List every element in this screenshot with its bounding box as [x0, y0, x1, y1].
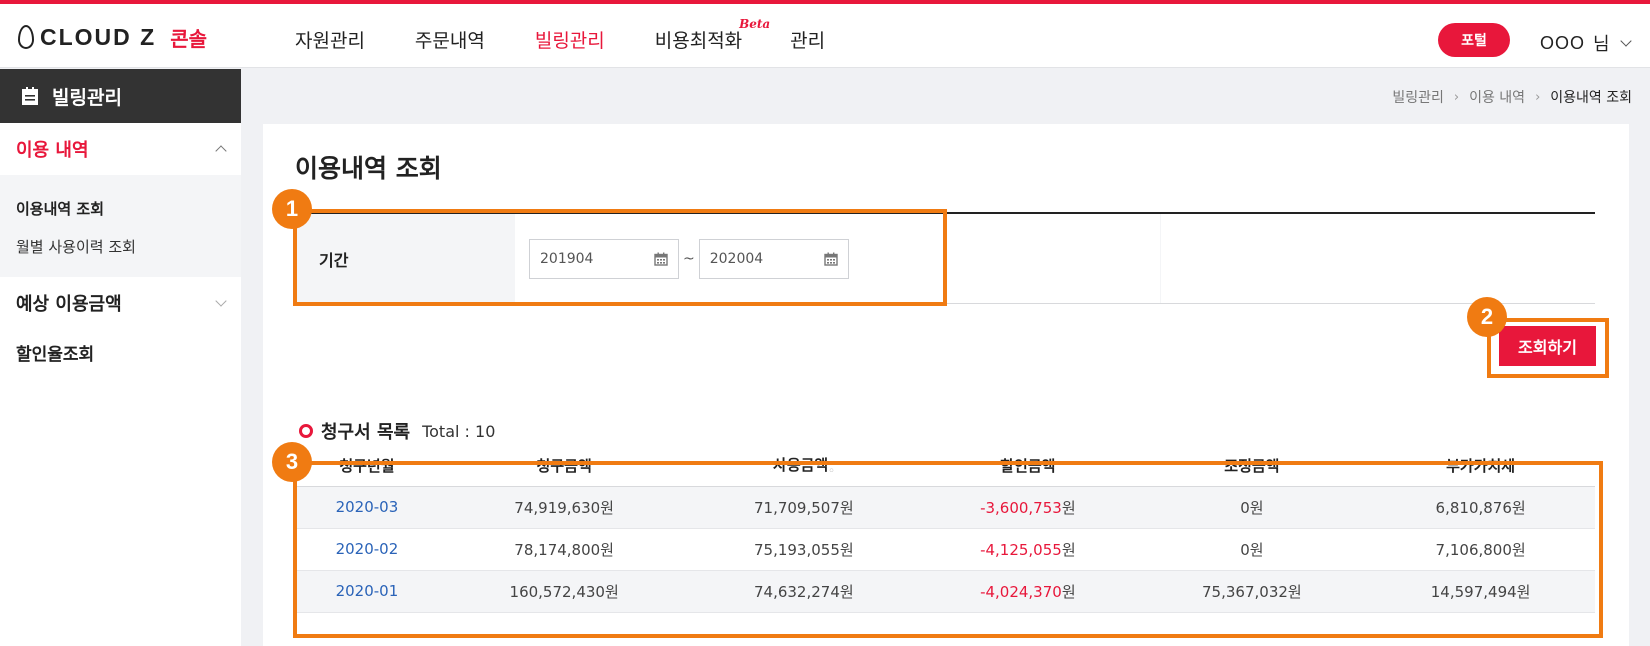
sidebar-submenu: 이용내역 조회 월별 사용이력 조회 [0, 175, 241, 277]
chevron-right-icon: › [1453, 89, 1460, 105]
callout-box-table [293, 461, 1603, 638]
sidebar-item-monthly-history[interactable]: 월별 사용이력 조회 [16, 227, 225, 265]
nav-item-cost-optimization[interactable]: 비용최적화 Beta [654, 17, 770, 53]
breadcrumb-item[interactable]: 이용 내역 [1469, 87, 1525, 107]
breadcrumb-current: 이용내역 조회 [1550, 90, 1632, 106]
chevron-right-icon: › [1535, 89, 1541, 105]
breadcrumb-item[interactable]: 빌링관리 [1392, 87, 1444, 107]
circle-bullet-icon [299, 424, 313, 438]
main-nav: 자원관리 주문내역 빌링관리 비용최적화 Beta 관리 [295, 17, 825, 53]
callout-box-search [1487, 318, 1609, 378]
sidebar-header: 빌링관리 [0, 69, 241, 123]
nav-item-admin[interactable]: 관리 [790, 26, 825, 53]
nav-item-orders[interactable]: 주문내역 [415, 26, 485, 53]
sidebar-group-expected-label: 예상 이용금액 [16, 294, 122, 315]
top-header: CLOUD Z 콘솔 자원관리 주문내역 빌링관리 비용최적화 Beta 관리 포… [0, 4, 1650, 68]
chevron-down-icon [1619, 34, 1632, 47]
nav-item-cost-optimization-label: 비용최적화 [654, 30, 743, 52]
breadcrumb: 빌링관리 › 이용 내역 › 이용내역 조회 [1392, 87, 1632, 107]
sidebar-group-usage-label: 이용 내역 [16, 140, 89, 161]
portal-button[interactable]: 포털 [1438, 23, 1510, 57]
sidebar-group-expected[interactable]: 예상 이용금액 [0, 277, 241, 329]
invoice-list-heading: 청구서 목록 Total : 10 [299, 418, 495, 444]
callout-badge-2: 2 [1467, 297, 1507, 337]
sidebar-item-usage-lookup[interactable]: 이용내역 조회 [16, 189, 225, 227]
user-name: OOO [1540, 32, 1586, 53]
logo-text: CLOUD Z [40, 23, 157, 50]
sidebar: 빌링관리 이용 내역 이용내역 조회 월별 사용이력 조회 예상 이용금액 할인… [0, 69, 241, 646]
chevron-up-icon [215, 145, 227, 157]
logo[interactable]: CLOUD Z 콘솔 [18, 22, 207, 52]
sidebar-group-usage[interactable]: 이용 내역 [0, 123, 241, 175]
nav-item-resources[interactable]: 자원관리 [295, 26, 365, 53]
user-suffix: 님 [1593, 34, 1610, 55]
logo-subtitle: 콘솔 [170, 26, 208, 51]
nav-item-billing[interactable]: 빌링관리 [535, 26, 605, 53]
sidebar-item-discount-rate[interactable]: 할인율조회 [0, 329, 241, 375]
chevron-down-icon [215, 295, 227, 307]
invoice-total-count: Total : 10 [422, 421, 496, 441]
clipboard-icon [22, 87, 38, 105]
sidebar-title: 빌링관리 [52, 86, 122, 109]
callout-badge-1: 1 [272, 189, 312, 229]
cloud-drop-icon [18, 25, 34, 49]
beta-badge: Beta [739, 17, 771, 31]
callout-box-period [293, 209, 947, 306]
filter-empty-cell [1160, 214, 1595, 303]
user-menu[interactable]: OOO 님 [1540, 30, 1632, 56]
callout-badge-3: 3 [272, 442, 312, 482]
invoice-list-title: 청구서 목록 [321, 422, 411, 443]
page-title: 이용내역 조회 [295, 154, 442, 183]
